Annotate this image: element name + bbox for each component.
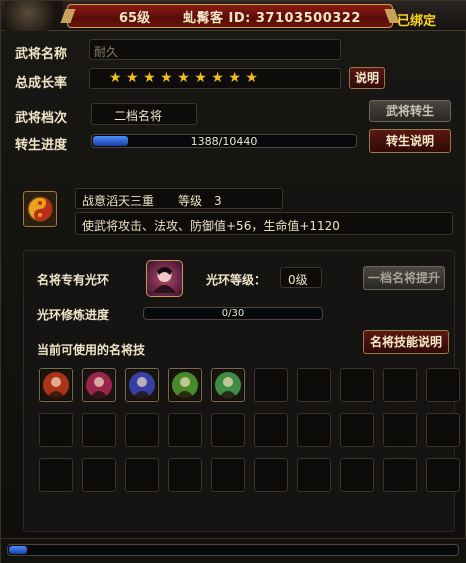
aura-portrait-icon[interactable] bbox=[146, 260, 183, 297]
name-value: 耐久 bbox=[94, 45, 119, 59]
skill-name-level: 战意滔天三重 等级 3 bbox=[82, 194, 222, 208]
empty-skill-slot[interactable] bbox=[211, 458, 245, 492]
crimson-wings-icon-graphic bbox=[84, 370, 114, 400]
empty-skill-slot[interactable] bbox=[168, 458, 202, 492]
empty-skill-slot[interactable] bbox=[340, 458, 374, 492]
name-field[interactable]: 耐久 bbox=[89, 39, 341, 60]
empty-skill-slot[interactable] bbox=[254, 368, 288, 402]
empty-skill-slot[interactable] bbox=[426, 368, 460, 402]
fire-warrior-icon-graphic bbox=[41, 370, 71, 400]
usable-skills-label: 当前可使用的名将技 bbox=[37, 343, 146, 357]
helmet-emblem-icon bbox=[5, 1, 63, 31]
fire-warrior-icon[interactable] bbox=[39, 368, 73, 402]
aura-level-box: 0级 bbox=[280, 267, 322, 288]
skill-effect: 使武将攻击、法攻、防御值+56，生命值+1120 bbox=[82, 219, 340, 233]
empty-skill-slot[interactable] bbox=[254, 413, 288, 447]
empty-skill-slot[interactable] bbox=[383, 368, 417, 402]
empty-skill-slot[interactable] bbox=[168, 413, 202, 447]
empty-skill-slot[interactable] bbox=[426, 413, 460, 447]
growth-stars: ★★★★★★★★★ bbox=[109, 70, 263, 86]
blue-vortex-icon[interactable] bbox=[125, 368, 159, 402]
aura-upgrade-button[interactable]: 一档名将提升 bbox=[363, 266, 445, 290]
crimson-wings-icon[interactable] bbox=[82, 368, 116, 402]
reincarnate-progress-bar: 1388/10440 bbox=[91, 134, 357, 148]
empty-skill-slot[interactable] bbox=[340, 413, 374, 447]
empty-skill-slot[interactable] bbox=[426, 458, 460, 492]
empty-skill-slot[interactable] bbox=[383, 458, 417, 492]
skill-effect-box: 使武将攻击、法攻、防御值+56，生命值+1120 bbox=[75, 212, 453, 235]
empty-skill-slot[interactable] bbox=[383, 413, 417, 447]
empty-skill-slot[interactable] bbox=[297, 458, 331, 492]
reincarnate-progress-label: 转生进度 bbox=[15, 138, 68, 153]
empty-skill-slot[interactable] bbox=[82, 458, 116, 492]
name-label: 武将名称 bbox=[15, 47, 68, 62]
green-gourd-icon[interactable] bbox=[211, 368, 245, 402]
empty-skill-slot[interactable] bbox=[82, 413, 116, 447]
general-level: 65级 bbox=[119, 11, 151, 26]
empty-skill-slot[interactable] bbox=[297, 413, 331, 447]
aura-portrait-graphic bbox=[153, 267, 176, 293]
aura-train-progress-text: 0/30 bbox=[221, 308, 245, 319]
skill-name-box: 战意滔天三重 等级 3 bbox=[75, 188, 283, 209]
aura-level-label: 光环等级： bbox=[206, 273, 267, 287]
empty-skill-slot[interactable] bbox=[297, 368, 331, 402]
bottom-bar bbox=[1, 538, 466, 563]
empty-skill-slot[interactable] bbox=[125, 413, 159, 447]
aura-train-label: 光环修炼进度 bbox=[37, 308, 110, 322]
bottom-scroll-track[interactable] bbox=[7, 544, 459, 556]
empty-skill-slot[interactable] bbox=[39, 413, 73, 447]
empty-skill-slot[interactable] bbox=[340, 368, 374, 402]
aura-train-progress-bar: 0/30 bbox=[143, 307, 323, 320]
empty-skill-slot[interactable] bbox=[125, 458, 159, 492]
skill-explain-button[interactable]: 名将技能说明 bbox=[363, 330, 449, 354]
blue-vortex-icon-graphic bbox=[127, 370, 157, 400]
tier-label: 武将档次 bbox=[15, 111, 68, 126]
green-blade-icon[interactable] bbox=[168, 368, 202, 402]
aura-level-value: 0级 bbox=[288, 273, 308, 287]
title-bar: 65级 虬髯客 ID: 37103500322 已绑定 bbox=[1, 1, 466, 31]
yin-yang-icon[interactable] bbox=[23, 191, 57, 227]
exclusive-aura-label: 名将专有光环 bbox=[37, 273, 110, 287]
reincarnate-explain-button[interactable]: 转生说明 bbox=[369, 129, 451, 153]
yin-yang-graphic bbox=[27, 196, 53, 222]
tier-box: 二档名将 bbox=[91, 103, 197, 125]
general-panel: 65级 虬髯客 ID: 37103500322 已绑定 武将名称 耐久 总成长率… bbox=[0, 0, 466, 563]
green-gourd-icon-graphic bbox=[213, 370, 243, 400]
bound-status: 已绑定 bbox=[397, 14, 437, 29]
tier-value: 二档名将 bbox=[114, 109, 163, 123]
empty-skill-slot[interactable] bbox=[39, 458, 73, 492]
reincarnate-button[interactable]: 武将转生 bbox=[369, 100, 451, 122]
reincarnate-progress-text: 1388/10440 bbox=[190, 135, 258, 148]
green-blade-icon-graphic bbox=[170, 370, 200, 400]
empty-skill-slot[interactable] bbox=[254, 458, 288, 492]
general-name-id: 虬髯客 ID: 37103500322 bbox=[183, 11, 361, 26]
bottom-scroll-thumb[interactable] bbox=[9, 546, 27, 554]
empty-skill-slot[interactable] bbox=[211, 413, 245, 447]
growth-label: 总成长率 bbox=[15, 76, 68, 91]
explain-button[interactable]: 说明 bbox=[349, 67, 385, 89]
